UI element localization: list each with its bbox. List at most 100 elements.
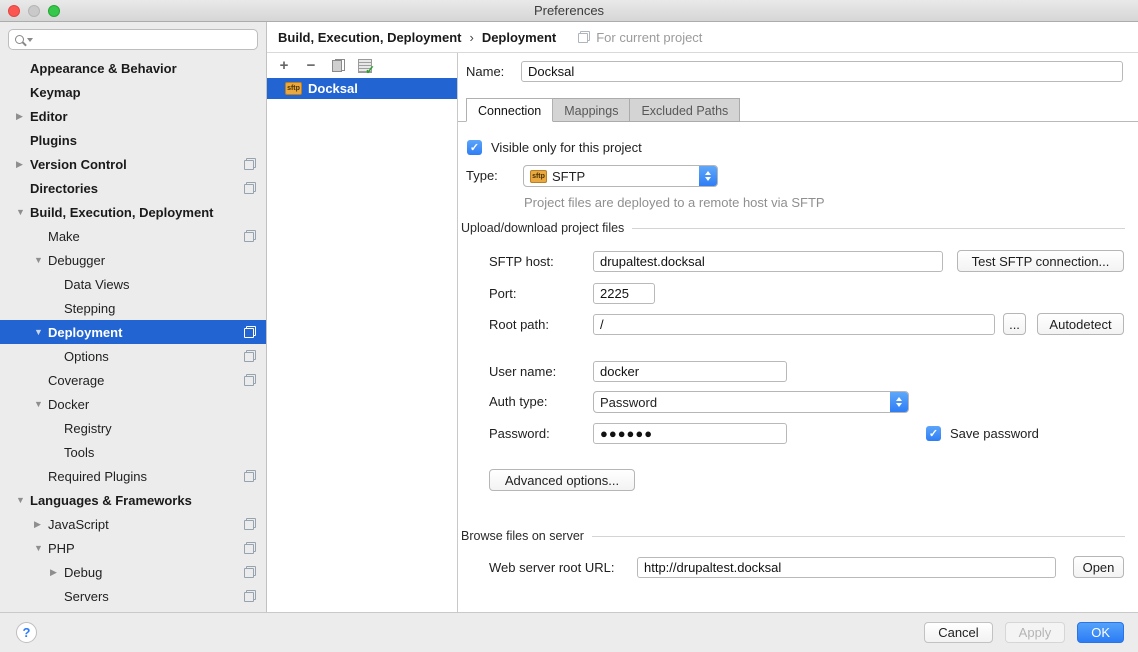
type-select[interactable]: sftp SFTP	[523, 165, 718, 187]
server-list-item-docksal[interactable]: sftp Docksal	[267, 78, 457, 99]
sidebar-item-coverage[interactable]: Coverage	[0, 368, 266, 392]
sidebar-item-label: Languages & Frameworks	[30, 493, 192, 508]
tab-excluded-paths[interactable]: Excluded Paths	[629, 98, 740, 122]
sidebar-item-registry[interactable]: Registry	[0, 416, 266, 440]
add-server-button[interactable]: +	[275, 57, 293, 75]
visible-only-checkbox-row[interactable]: Visible only for this project	[467, 137, 642, 157]
chevron-right-icon[interactable]: ▶	[16, 111, 30, 122]
checkbox-checked-icon[interactable]	[467, 140, 482, 155]
sftp-host-input[interactable]	[593, 251, 943, 272]
per-project-icon	[244, 326, 256, 338]
sidebar-item-stepping[interactable]: Stepping	[0, 296, 266, 320]
chevron-down-icon[interactable]: ▼	[34, 327, 48, 337]
per-project-icon	[244, 518, 256, 530]
per-project-icon	[244, 470, 256, 482]
port-input[interactable]	[593, 283, 655, 304]
sidebar-item-build-execution-deployment[interactable]: ▼Build, Execution, Deployment	[0, 200, 266, 224]
sidebar-item-php-debug[interactable]: ▶Debug	[0, 560, 266, 584]
chevron-down-icon[interactable]: ▼	[34, 255, 48, 265]
sidebar-item-label: Options	[64, 349, 109, 364]
sidebar-item-label: Build, Execution, Deployment	[30, 205, 213, 220]
deployment-tabs: Connection Mappings Excluded Paths	[466, 98, 740, 122]
sidebar-item-version-control[interactable]: ▶Version Control	[0, 152, 266, 176]
sidebar-item-label: JavaScript	[48, 517, 109, 532]
breadcrumb-parent[interactable]: Build, Execution, Deployment	[278, 30, 461, 45]
checkbox-checked-icon[interactable]	[926, 426, 941, 441]
sidebar-item-directories[interactable]: Directories	[0, 176, 266, 200]
cancel-button[interactable]: Cancel	[924, 622, 992, 643]
auth-type-select[interactable]: Password	[593, 391, 909, 413]
open-url-button[interactable]: Open	[1073, 556, 1124, 578]
save-password-checkbox-row[interactable]: Save password	[926, 423, 1039, 443]
per-project-icon	[244, 374, 256, 386]
browse-root-path-button[interactable]: ...	[1003, 313, 1026, 335]
sidebar-item-label: Data Views	[64, 277, 130, 292]
sidebar-item-deployment[interactable]: ▼Deployment	[0, 320, 266, 344]
name-label: Name:	[466, 62, 504, 82]
name-input[interactable]	[521, 61, 1123, 82]
root-path-label: Root path:	[489, 315, 549, 335]
sidebar-item-languages-frameworks[interactable]: ▼Languages & Frameworks	[0, 488, 266, 512]
sidebar-item-label: Debugger	[48, 253, 105, 268]
sidebar-item-javascript[interactable]: ▶JavaScript	[0, 512, 266, 536]
help-button[interactable]: ?	[16, 622, 37, 643]
breadcrumb-separator: ›	[469, 30, 473, 45]
sidebar-item-required-plugins[interactable]: Required Plugins	[0, 464, 266, 488]
advanced-options-button[interactable]: Advanced options...	[489, 469, 635, 491]
preferences-window: Preferences Appearance & Behavior Keymap…	[0, 0, 1138, 652]
close-window-button[interactable]	[8, 5, 20, 17]
section-rule	[592, 536, 1125, 537]
sidebar-item-label: Coverage	[48, 373, 104, 388]
sidebar-item-label: PHP	[48, 541, 75, 556]
user-name-input[interactable]	[593, 361, 787, 382]
chevron-down-icon[interactable]: ▼	[34, 399, 48, 409]
sidebar-item-label: Deployment	[48, 325, 122, 340]
browse-section-title: Browse files on server	[461, 529, 584, 543]
use-as-default-button[interactable]	[356, 57, 374, 75]
sidebar-item-editor[interactable]: ▶Editor	[0, 104, 266, 128]
root-path-input[interactable]	[593, 314, 995, 335]
duplicate-server-button[interactable]	[329, 57, 347, 75]
zoom-window-button[interactable]	[48, 5, 60, 17]
sidebar-item-appearance-behavior[interactable]: Appearance & Behavior	[0, 56, 266, 80]
sidebar-item-label: Keymap	[30, 85, 81, 100]
remove-server-button[interactable]: −	[302, 57, 320, 75]
sidebar-item-servers[interactable]: Servers	[0, 584, 266, 608]
tab-connection[interactable]: Connection	[466, 98, 553, 122]
upload-section-title: Upload/download project files	[461, 221, 624, 235]
sidebar-item-data-views[interactable]: Data Views	[0, 272, 266, 296]
chevron-down-icon[interactable]: ▼	[16, 495, 30, 505]
sidebar-item-make[interactable]: Make	[0, 224, 266, 248]
test-sftp-connection-button[interactable]: Test SFTP connection...	[957, 250, 1124, 272]
chevron-down-icon[interactable]: ▼	[34, 543, 48, 553]
sidebar-item-php[interactable]: ▼PHP	[0, 536, 266, 560]
chevron-right-icon[interactable]: ▶	[50, 567, 64, 578]
settings-search[interactable]	[8, 29, 258, 50]
type-label: Type:	[466, 166, 498, 186]
autodetect-button[interactable]: Autodetect	[1037, 313, 1124, 335]
visible-only-label: Visible only for this project	[491, 140, 642, 155]
chevron-right-icon[interactable]: ▶	[16, 159, 30, 170]
search-options-chevron-icon[interactable]	[27, 38, 33, 42]
web-root-input[interactable]	[637, 557, 1056, 578]
sidebar-item-options[interactable]: Options	[0, 344, 266, 368]
sidebar-item-keymap[interactable]: Keymap	[0, 80, 266, 104]
tab-mappings[interactable]: Mappings	[552, 98, 630, 122]
sidebar-item-label: Make	[48, 229, 80, 244]
ok-button[interactable]: OK	[1077, 622, 1124, 643]
per-project-icon	[578, 31, 590, 43]
chevron-down-icon[interactable]: ▼	[16, 207, 30, 217]
sidebar-item-tools[interactable]: Tools	[0, 440, 266, 464]
search-input[interactable]	[35, 33, 251, 47]
sidebar-item-debugger[interactable]: ▼Debugger	[0, 248, 266, 272]
per-project-icon	[244, 182, 256, 194]
password-input[interactable]	[593, 423, 787, 444]
copy-icon	[332, 59, 345, 72]
sidebar-item-label: Required Plugins	[48, 469, 147, 484]
type-hint: Project files are deployed to a remote h…	[524, 195, 825, 210]
server-list-toolbar: + −	[267, 53, 457, 78]
chevron-right-icon[interactable]: ▶	[34, 519, 48, 530]
dialog-footer: ? Cancel Apply OK	[0, 612, 1138, 652]
sidebar-item-plugins[interactable]: Plugins	[0, 128, 266, 152]
sidebar-item-docker[interactable]: ▼Docker	[0, 392, 266, 416]
